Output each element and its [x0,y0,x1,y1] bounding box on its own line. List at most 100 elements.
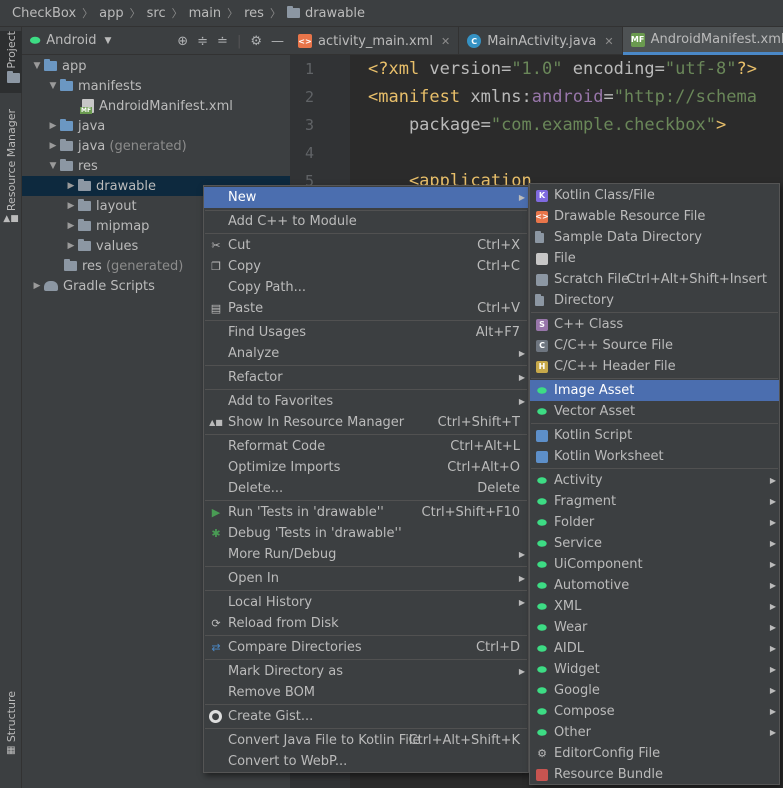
submenu-item-directory[interactable]: Directory [530,290,779,311]
menu-item-create-gist[interactable]: ● Create Gist... [204,706,528,727]
submenu-item-folder[interactable]: ⬬ Folder ▶ [530,512,779,533]
tab-structure[interactable]: Structure ▦ [0,691,22,763]
submenu-item-resource-bundle[interactable]: Resource Bundle [530,764,779,785]
submenu-item-image-asset[interactable]: ⬬ Image Asset [530,380,779,401]
submenu-item-other[interactable]: ⬬ Other ▶ [530,722,779,743]
chevron-right-icon[interactable]: ▶ [64,181,78,191]
submenu-item-widget[interactable]: ⬬ Widget ▶ [530,659,779,680]
reload-icon: ⟳ [211,617,221,630]
submenu-item-cpp-class[interactable]: S C++ Class [530,314,779,335]
menu-item-optimize-imports[interactable]: Optimize Imports Ctrl+Alt+O [204,457,528,478]
menu-item-mark-directory-as[interactable]: Mark Directory as ▶ [204,661,528,682]
collapse-all-icon[interactable]: ≐ [217,34,228,49]
minimize-icon[interactable]: — [271,34,284,49]
submenu-item-aidl[interactable]: ⬬ AIDL ▶ [530,638,779,659]
submenu-item-sample-data-directory[interactable]: Sample Data Directory [530,227,779,248]
chevron-right-icon[interactable]: ▶ [46,121,60,131]
submenu-item-service[interactable]: ⬬ Service ▶ [530,533,779,554]
menu-separator [205,434,527,435]
submenu-item-file[interactable]: File [530,248,779,269]
submenu-item-cpp-header[interactable]: H C/C++ Header File [530,356,779,377]
menu-item-reload-from-disk[interactable]: ⟳ Reload from Disk [204,613,528,634]
submenu-item-vector-asset[interactable]: ⬬ Vector Asset [530,401,779,422]
breadcrumb-item-drawable[interactable]: drawable [286,6,365,21]
submenu-item-xml[interactable]: ⬬ XML ▶ [530,596,779,617]
context-menu: New ▶ Add C++ to Module ✂ Cut Ctrl+X ❐ Copy C… [203,185,529,773]
menu-item-more-run-debug[interactable]: More Run/Debug ▶ [204,544,528,565]
chevron-right-icon[interactable]: ▶ [30,281,44,291]
tab-activity-main-xml[interactable]: <> activity_main.xml ✕ [290,27,460,55]
chevron-down-icon[interactable]: ▼ [46,161,60,171]
breadcrumb-item-project[interactable]: CheckBox [12,6,76,21]
breadcrumb-item-src[interactable]: src [147,6,166,21]
breadcrumb-label: src [146,5,166,21]
submenu-item-uicomponent[interactable]: ⬬ UiComponent ▶ [530,554,779,575]
tree-item-androidmanifest[interactable]: AndroidManifest.xml [22,96,290,116]
breadcrumb-item-res[interactable]: res [244,6,264,21]
breadcrumb-label: CheckBox [12,5,77,21]
submenu-item-activity[interactable]: ⬬ Activity ▶ [530,470,779,491]
gear-icon[interactable]: ⚙ [250,34,262,49]
tree-item-app[interactable]: ▼ app [22,56,290,76]
folder-icon [60,79,73,91]
submenu-item-kotlin-class[interactable]: K Kotlin Class/File [530,185,779,206]
submenu-item-compose[interactable]: ⬬ Compose ▶ [530,701,779,722]
menu-item-show-in-resource-manager[interactable]: ▲■ Show In Resource Manager Ctrl+Shift+T [204,412,528,433]
tree-item-res[interactable]: ▼ res [22,156,290,176]
submenu-item-automotive[interactable]: ⬬ Automotive ▶ [530,575,779,596]
chevron-right-icon[interactable]: ▶ [64,201,78,211]
expand-all-icon[interactable]: ≑ [197,34,208,49]
menu-separator [205,233,527,234]
android-icon: ⬬ [537,494,547,508]
chevron-down-icon[interactable]: ▼ [105,36,112,46]
chevron-right-icon[interactable]: ▶ [46,141,60,151]
tab-project[interactable]: Project [0,31,22,93]
menu-item-run-tests[interactable]: ▶ Run 'Tests in 'drawable'' Ctrl+Shift+F10 [204,502,528,523]
breadcrumb-item-main[interactable]: main [189,6,221,21]
locate-icon[interactable]: ⊕ [177,34,188,49]
submenu-item-cpp-source[interactable]: C C/C++ Source File [530,335,779,356]
tree-item-java-generated[interactable]: ▶ java (generated) [22,136,290,156]
submenu-item-kotlin-script[interactable]: Kotlin Script [530,425,779,446]
menu-item-convert-to-webp[interactable]: Convert to WebP... [204,751,528,772]
menu-item-cut[interactable]: ✂ Cut Ctrl+X [204,235,528,256]
menu-item-add-to-favorites[interactable]: Add to Favorites ▶ [204,391,528,412]
chevron-down-icon[interactable]: ▼ [30,61,44,71]
tree-item-manifests[interactable]: ▼ manifests [22,76,290,96]
close-icon[interactable]: ✕ [604,35,613,48]
submenu-item-scratch-file[interactable]: Scratch File Ctrl+Alt+Shift+Insert [530,269,779,290]
menu-item-copy[interactable]: ❐ Copy Ctrl+C [204,256,528,277]
menu-item-delete[interactable]: Delete... Delete [204,478,528,499]
chevron-right-icon[interactable]: ▶ [64,221,78,231]
menu-item-reformat-code[interactable]: Reformat Code Ctrl+Alt+L [204,436,528,457]
menu-item-paste[interactable]: ▤ Paste Ctrl+V [204,298,528,319]
menu-item-local-history[interactable]: Local History ▶ [204,592,528,613]
tab-mainactivity-java[interactable]: C MainActivity.java ✕ [459,27,623,55]
menu-item-find-usages[interactable]: Find Usages Alt+F7 [204,322,528,343]
chevron-right-icon[interactable]: ▶ [64,241,78,251]
close-icon[interactable]: ✕ [441,35,450,48]
breadcrumb-item-app[interactable]: app [99,6,123,21]
tab-resource-manager[interactable]: Resource Manager ▲■ [0,109,22,227]
menu-item-remove-bom[interactable]: Remove BOM [204,682,528,703]
menu-item-refactor[interactable]: Refactor ▶ [204,367,528,388]
submenu-item-kotlin-worksheet[interactable]: Kotlin Worksheet [530,446,779,467]
submenu-item-editorconfig[interactable]: ⚙ EditorConfig File [530,743,779,764]
chevron-down-icon[interactable]: ▼ [46,81,60,91]
menu-item-analyze[interactable]: Analyze ▶ [204,343,528,364]
menu-item-copy-path[interactable]: Copy Path... [204,277,528,298]
menu-item-compare-directories[interactable]: ⇄ Compare Directories Ctrl+D [204,637,528,658]
submenu-item-fragment[interactable]: ⬬ Fragment ▶ [530,491,779,512]
submenu-item-google[interactable]: ⬬ Google ▶ [530,680,779,701]
menu-item-convert-java-to-kotlin[interactable]: Convert Java File to Kotlin File Ctrl+Alt… [204,730,528,751]
submenu-item-wear[interactable]: ⬬ Wear ▶ [530,617,779,638]
tab-androidmanifest-xml[interactable]: MF AndroidManifest.xml ✕ [622,27,783,55]
menu-item-add-cpp[interactable]: Add C++ to Module [204,211,528,232]
menu-item-open-in[interactable]: Open In ▶ [204,568,528,589]
tree-item-java[interactable]: ▶ java [22,116,290,136]
menu-item-new[interactable]: New ▶ [204,187,528,208]
structure-icon: ▦ [6,745,16,757]
menu-item-debug-tests[interactable]: ✱ Debug 'Tests in 'drawable'' [204,523,528,544]
submenu-item-drawable-resource[interactable]: <> Drawable Resource File [530,206,779,227]
view-selector[interactable]: Android [46,33,96,48]
